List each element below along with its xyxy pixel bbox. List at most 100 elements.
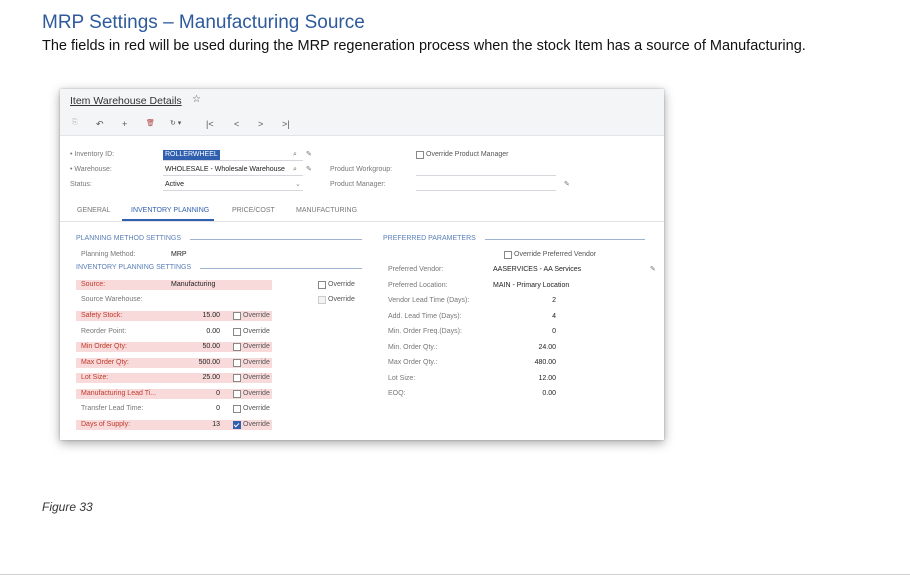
preferred-row-label: Preferred Vendor: xyxy=(388,266,444,273)
tab-manufacturing[interactable]: MANUFACTURING xyxy=(296,207,357,214)
override-product-manager-checkbox[interactable] xyxy=(416,151,424,159)
override-label: Override xyxy=(243,389,270,397)
preferred-row-value[interactable]: 4 xyxy=(520,312,556,322)
planning-row-value[interactable]: 0 xyxy=(184,389,220,399)
section-divider xyxy=(200,268,362,269)
first-record-icon[interactable]: |< xyxy=(206,119,214,129)
inventory-id-value: ROLLERWHEEL xyxy=(163,150,220,160)
override-checkbox[interactable] xyxy=(233,374,241,382)
undo-icon[interactable]: ↶ xyxy=(96,119,104,130)
source-override-checkbox[interactable] xyxy=(318,281,326,289)
planning-row-value[interactable]: 50.00 xyxy=(184,342,220,352)
override-checkbox[interactable] xyxy=(233,358,241,367)
source-warehouse-label: Source Warehouse: xyxy=(81,296,143,303)
document-title: MRP Settings – Manufacturing Source xyxy=(42,12,365,33)
chevron-down-icon: ⌄ xyxy=(295,181,301,188)
preferred-row-label: Min. Order Freq.(Days): xyxy=(388,328,462,335)
override-product-manager-label: Override Product Manager xyxy=(426,151,509,158)
last-record-icon[interactable]: >| xyxy=(282,119,290,129)
planning-row-value[interactable]: 0.00 xyxy=(184,327,220,337)
section-divider xyxy=(485,239,645,240)
tab-inventory-planning[interactable]: INVENTORY PLANNING xyxy=(131,207,209,214)
source-warehouse-override-checkbox[interactable] xyxy=(318,296,326,304)
planning-row-value[interactable]: 13 xyxy=(184,420,220,430)
override-checkbox[interactable] xyxy=(233,389,241,398)
override-preferred-vendor-label: Override Preferred Vendor xyxy=(514,251,597,258)
planning-row-value[interactable]: 500.00 xyxy=(184,358,220,368)
source-value[interactable]: Manufacturing xyxy=(171,280,215,290)
inventory-planning-section-title: INVENTORY PLANNING SETTINGS xyxy=(76,264,192,271)
next-record-icon[interactable]: > xyxy=(258,119,263,129)
preferred-row-value[interactable]: 0 xyxy=(520,327,556,337)
inventory-id-input[interactable]: ROLLERWHEEL ⌕ xyxy=(163,150,303,161)
preferred-row-label: Min. Order Qty.: xyxy=(388,343,438,351)
override-label: Override xyxy=(243,312,270,319)
warehouse-edit-pencil-icon[interactable]: ✎ xyxy=(306,165,312,175)
warehouse-input[interactable]: WHOLESALE - Wholesale Warehouse ⌕ xyxy=(163,165,303,176)
add-icon[interactable]: + xyxy=(122,119,127,129)
planning-row-label: Safety Stock: xyxy=(81,312,123,319)
override-checkbox[interactable] xyxy=(233,327,241,336)
override-checkbox[interactable] xyxy=(233,343,241,351)
source-warehouse-override-label: Override xyxy=(328,296,355,303)
product-manager-label: Product Manager: xyxy=(330,181,386,188)
planning-row-label: Transfer Lead Time: xyxy=(81,405,144,412)
preferred-row-label: EOQ: xyxy=(388,390,406,397)
product-workgroup-input[interactable] xyxy=(416,165,556,176)
product-manager-input[interactable] xyxy=(416,180,556,191)
override-label: Override xyxy=(243,343,270,350)
planning-row-label: Reorder Point: xyxy=(81,327,127,335)
preferred-row-value[interactable]: 480.00 xyxy=(520,358,556,368)
source-label: Source: xyxy=(81,281,106,288)
planning-row-value[interactable]: 15.00 xyxy=(184,311,220,321)
product-workgroup-label: Product Workgroup: xyxy=(330,166,393,173)
override-checkbox[interactable] xyxy=(233,312,241,320)
preferred-row-value[interactable]: 0.00 xyxy=(520,389,556,399)
override-checkbox[interactable] xyxy=(233,405,241,413)
preferred-row-value[interactable]: 12.00 xyxy=(520,374,556,384)
delete-icon[interactable]: 🗑 xyxy=(146,119,155,127)
planning-method-section-title: PLANNING METHOD SETTINGS xyxy=(76,235,182,242)
preferred-parameters-section-title: PREFERRED PARAMETERS xyxy=(383,235,476,242)
override-label: Override xyxy=(243,405,270,412)
copy-icon[interactable]: ⎘ xyxy=(72,119,78,127)
tab-divider xyxy=(60,221,664,222)
inventory-id-label: • Inventory ID: xyxy=(70,151,115,158)
status-value: Active xyxy=(165,181,185,188)
previous-record-icon[interactable]: < xyxy=(234,119,239,129)
status-label: Status: xyxy=(70,181,92,188)
preferred-row-value[interactable]: 24.00 xyxy=(520,343,556,353)
screen-title[interactable]: Item Warehouse Details xyxy=(70,95,182,107)
favorite-star-icon[interactable]: ☆ xyxy=(192,94,201,105)
vendor-edit-pencil-icon[interactable]: ✎ xyxy=(650,265,656,275)
preferred-row-value[interactable]: MAIN - Primary Location xyxy=(493,281,569,291)
planning-row-value[interactable]: 25.00 xyxy=(184,373,220,383)
preferred-row-label: Preferred Location: xyxy=(388,281,448,289)
planning-row-label: Lot Size: xyxy=(81,374,109,381)
planning-row-label: Days of Supply: xyxy=(81,420,131,428)
section-divider xyxy=(190,239,362,240)
page-bottom-rule xyxy=(0,574,910,575)
product-manager-edit-icon[interactable]: ✎ xyxy=(564,180,570,190)
preferred-row-label: Max Order Qty.: xyxy=(388,359,438,366)
override-preferred-vendor-checkbox[interactable] xyxy=(504,251,512,259)
override-checkbox[interactable] xyxy=(233,420,241,429)
planning-method-value[interactable]: MRP xyxy=(171,250,187,260)
edit-pencil-icon[interactable]: ✎ xyxy=(306,150,312,160)
figure-caption: Figure 33 xyxy=(42,500,93,514)
document-description: The fields in red will be used during th… xyxy=(42,38,806,54)
preferred-row-value[interactable]: AASERVICES - AA Services xyxy=(493,265,581,275)
search-icon[interactable]: ⌕ xyxy=(293,150,297,160)
planning-row-label: Min Order Qty: xyxy=(81,343,127,350)
override-label: Override xyxy=(243,358,270,366)
tab-price-cost[interactable]: PRICE/COST xyxy=(232,207,275,214)
planning-row-value[interactable]: 0 xyxy=(184,404,220,414)
warehouse-value: WHOLESALE - Wholesale Warehouse xyxy=(165,166,285,173)
preferred-row-value[interactable]: 2 xyxy=(520,296,556,306)
status-select[interactable]: Active ⌄ xyxy=(163,180,303,191)
refresh-icon[interactable]: ↻ ▾ xyxy=(170,119,181,127)
warehouse-label: • Warehouse: xyxy=(70,166,112,173)
override-label: Override xyxy=(243,420,270,428)
tab-general[interactable]: GENERAL xyxy=(77,207,110,214)
warehouse-search-icon[interactable]: ⌕ xyxy=(293,165,297,175)
